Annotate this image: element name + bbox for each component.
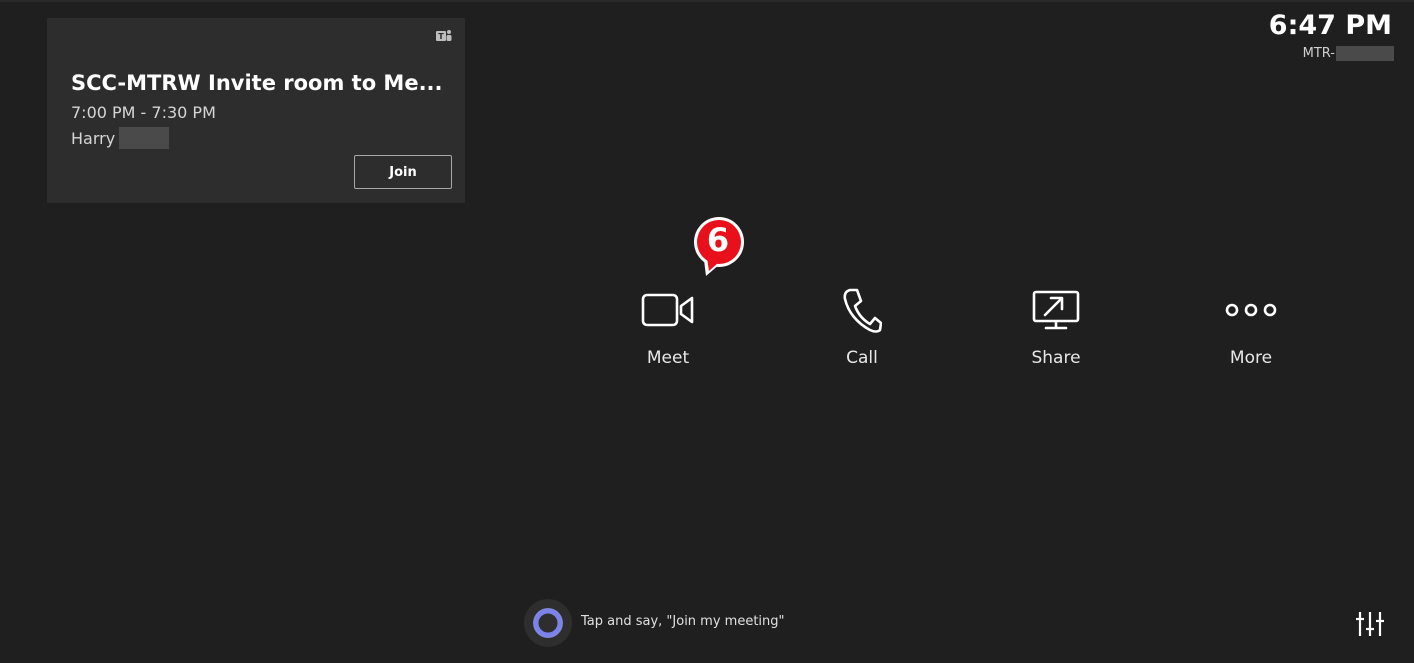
share-button[interactable]: Share [1001,284,1111,379]
screen-share-icon [1026,284,1086,336]
redacted-text [119,127,170,149]
step-number: 6 [706,221,730,259]
settings-sliders-icon [1356,612,1384,636]
more-dots-icon [1221,284,1281,336]
meeting-organizer: Harry [71,127,170,149]
meeting-time: 7:00 PM - 7:30 PM [71,103,216,122]
share-label: Share [1031,348,1081,368]
call-label: Call [846,348,878,368]
join-button[interactable]: Join [354,155,452,189]
organizer-name: Harry [71,128,116,148]
svg-text:T: T [438,32,444,41]
device-name: MTR- [1303,46,1394,61]
cortana-button[interactable] [524,599,572,647]
phone-icon [832,284,892,336]
meet-button[interactable]: Meet [613,284,723,379]
device-name-prefix: MTR- [1302,46,1335,61]
video-camera-icon [638,284,698,336]
call-button[interactable]: Call [807,284,917,379]
more-label: More [1229,348,1273,368]
cortana-prompt: Tap and say, "Join my meeting" [581,614,785,629]
clock-time: 6:47 PM [1268,10,1392,41]
meet-label: Meet [646,348,690,368]
teams-room-home-screen: T SCC-MTRW Invite room to Me... 7:00 PM … [0,0,1414,663]
more-button[interactable]: More [1196,284,1306,379]
meeting-card[interactable]: T SCC-MTRW Invite room to Me... 7:00 PM … [47,18,465,203]
redacted-text [1336,46,1394,61]
cortana-icon [533,608,563,638]
settings-button[interactable] [1354,608,1386,640]
teams-icon: T [436,30,452,41]
meeting-title: SCC-MTRW Invite room to Me... [71,71,441,95]
